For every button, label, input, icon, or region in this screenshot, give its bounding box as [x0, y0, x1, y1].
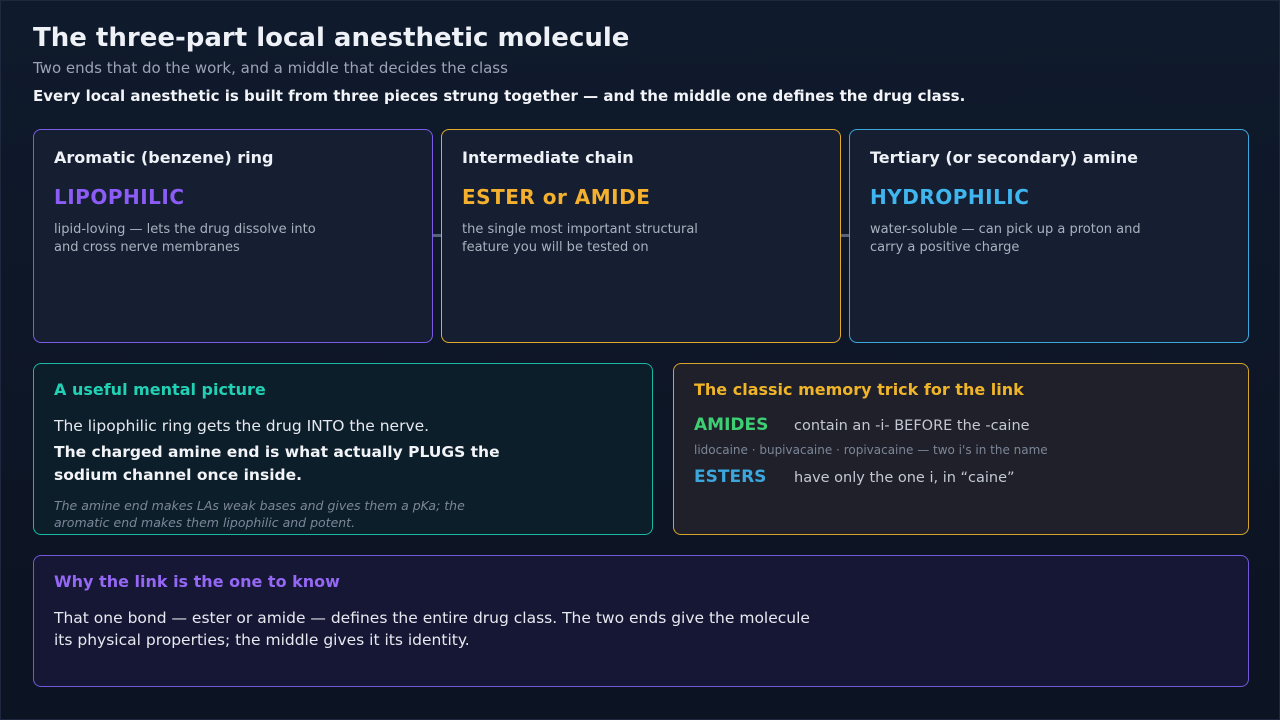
page-subtitle: Two ends that do the work, and a middle …	[33, 59, 508, 77]
mental-picture-card: A useful mental picture The lipophilic r…	[33, 363, 653, 535]
connector-line	[433, 234, 441, 237]
esters-label: ESTERS	[694, 467, 767, 487]
mental-picture-heading: A useful mental picture	[54, 380, 266, 399]
why-link-heading: Why the link is the one to know	[54, 572, 340, 591]
amides-rule: contain an -i- BEFORE the -caine	[794, 418, 1030, 434]
part-name: Aromatic (benzene) ring	[54, 148, 274, 167]
why-link-text: That one bond — ester or amide — defines…	[54, 609, 810, 649]
mental-picture-note: The amine end makes LAs weak bases and g…	[54, 498, 465, 530]
amides-examples: lidocaine · bupivacaine · ropivacaine — …	[694, 443, 1048, 457]
part-name: Intermediate chain	[462, 148, 634, 167]
part-description: lipid-loving — lets the drug dissolve in…	[54, 222, 316, 255]
esters-row: ESTERS have only the one i, in “caine”	[694, 467, 1228, 487]
mental-picture-line2: The charged amine end is what actually P…	[54, 443, 500, 484]
part-property: ESTER or AMIDE	[462, 185, 651, 209]
memory-trick-heading: The classic memory trick for the link	[694, 380, 1024, 399]
connector-line	[841, 234, 849, 237]
page-title: The three-part local anesthetic molecule	[33, 23, 630, 53]
amides-row: AMIDES contain an -i- BEFORE the -caine	[694, 415, 1228, 435]
part-name: Tertiary (or secondary) amine	[870, 148, 1139, 167]
part-property: LIPOPHILIC	[54, 185, 185, 209]
why-link-card: Why the link is the one to know That one…	[33, 555, 1249, 687]
diagram-page: The three-part local anesthetic molecule…	[0, 0, 1280, 720]
lead-statement: Every local anesthetic is built from thr…	[33, 87, 966, 105]
amides-label: AMIDES	[694, 415, 769, 435]
part-description: water-soluble — can pick up a proton and…	[870, 222, 1141, 255]
part-card-amine: Tertiary (or secondary) amine HYDROPHILI…	[849, 129, 1249, 343]
esters-rule: have only the one i, in “caine”	[794, 470, 1015, 486]
part-description: the single most important structural fea…	[462, 222, 698, 255]
part-card-intermediate-chain: Intermediate chain ESTER or AMIDE the si…	[441, 129, 841, 343]
part-property: HYDROPHILIC	[870, 185, 1030, 209]
mental-picture-line1: The lipophilic ring gets the drug INTO t…	[54, 417, 430, 435]
part-card-aromatic-ring: Aromatic (benzene) ring LIPOPHILIC lipid…	[33, 129, 433, 343]
memory-trick-card: The classic memory trick for the link AM…	[673, 363, 1249, 535]
